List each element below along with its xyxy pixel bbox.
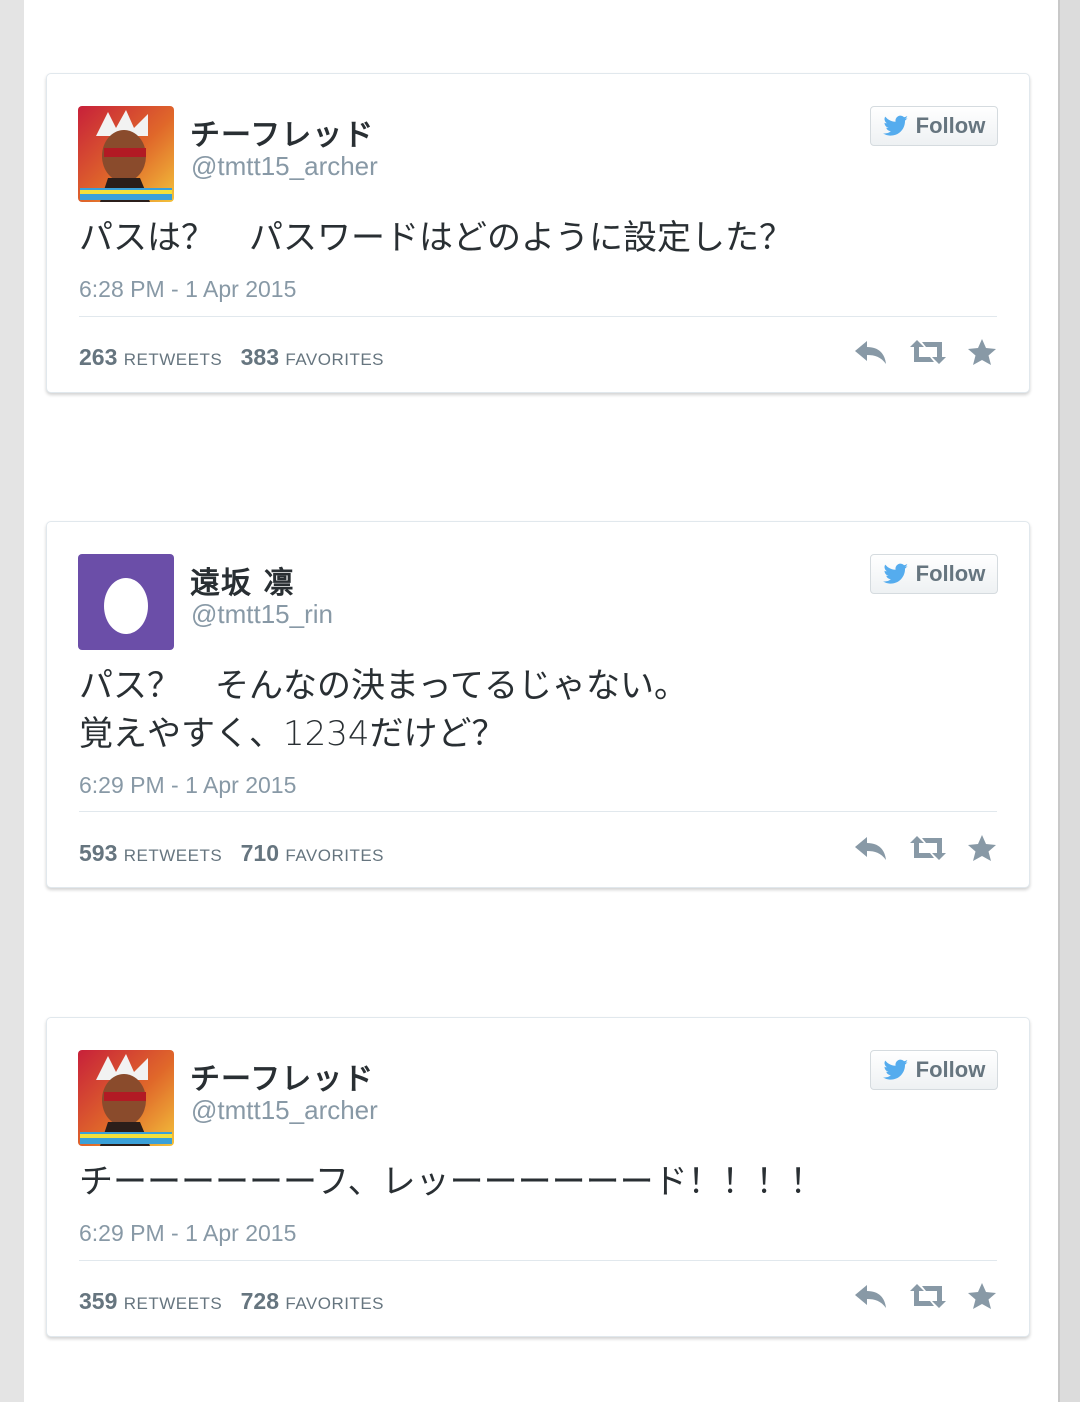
- display-name[interactable]: 遠坂 凛: [190, 558, 294, 602]
- retweet-count[interactable]: 593: [79, 840, 117, 866]
- tweet-card: 遠坂 凛 @tmtt15_rin Follow パス？ そんなの決まってるじゃな…: [46, 521, 1030, 888]
- tweet-stats: 263 RETWEETS 383 FAVORITES: [79, 344, 396, 371]
- retweets-label: RETWEETS: [123, 1294, 223, 1313]
- tweet-stats: 593 RETWEETS 710 FAVORITES: [79, 840, 396, 867]
- twitter-bird-icon: [882, 1059, 908, 1080]
- tweet-text-line: 覚えやすく、1234だけど？: [79, 714, 506, 754]
- retweet-icon[interactable]: [908, 1282, 948, 1315]
- favorite-count[interactable]: 383: [241, 344, 279, 370]
- user-handle[interactable]: @tmtt15_archer: [191, 151, 378, 182]
- tweet-actions: [853, 1282, 997, 1314]
- reply-icon[interactable]: [853, 834, 889, 867]
- retweet-icon[interactable]: [908, 338, 948, 371]
- user-handle[interactable]: @tmtt15_rin: [191, 599, 333, 630]
- reply-icon[interactable]: [853, 1282, 889, 1315]
- tweet-actions: [853, 338, 997, 370]
- tweet-text: パスは？ パスワードはどのように設定した？: [79, 214, 997, 262]
- tweet-stats: 359 RETWEETS 728 FAVORITES: [79, 1288, 396, 1315]
- window-left-margin: [0, 0, 24, 1402]
- favorite-star-icon[interactable]: [967, 834, 997, 867]
- display-name[interactable]: チーフレッド: [190, 110, 374, 154]
- favorite-star-icon[interactable]: [967, 338, 997, 371]
- follow-button[interactable]: Follow: [870, 554, 998, 594]
- embedded-tweets-page: チーフレッド @tmtt15_archer Follow パスは？ パスワードは…: [24, 0, 1058, 1402]
- retweets-label: RETWEETS: [123, 846, 223, 865]
- reply-icon[interactable]: [853, 338, 889, 371]
- divider: [79, 1260, 997, 1261]
- tweet-card: チーフレッド @tmtt15_archer Follow パスは？ パスワードは…: [46, 73, 1030, 393]
- favorite-count[interactable]: 710: [241, 840, 279, 866]
- tweet-text: チーーーーーーフ、レッーーーーーード！！！！: [79, 1158, 997, 1206]
- follow-label: Follow: [915, 1057, 986, 1082]
- favorite-count[interactable]: 728: [241, 1288, 279, 1314]
- follow-button[interactable]: Follow: [870, 106, 998, 146]
- tweet-timestamp[interactable]: 6:29 PM - 1 Apr 2015: [79, 772, 296, 799]
- tweet-text-line: パスは？ パスワードはどのように設定した？: [79, 218, 793, 258]
- retweets-label: RETWEETS: [123, 350, 223, 369]
- divider: [79, 811, 997, 812]
- favorites-label: FAVORITES: [285, 350, 385, 369]
- tweet-text: パス？ そんなの決まってるじゃない。 覚えやすく、1234だけど？: [79, 662, 997, 758]
- favorite-star-icon[interactable]: [967, 1282, 997, 1315]
- follow-button[interactable]: Follow: [870, 1050, 998, 1090]
- retweet-count[interactable]: 359: [79, 1288, 117, 1314]
- divider: [79, 316, 997, 317]
- tweet-timestamp[interactable]: 6:28 PM - 1 Apr 2015: [79, 276, 296, 303]
- archer-avatar[interactable]: [78, 1050, 174, 1146]
- follow-label: Follow: [915, 113, 986, 138]
- tweet-text-line: チーーーーーーフ、レッーーーーーード！！！！: [79, 1162, 824, 1202]
- display-name[interactable]: チーフレッド: [190, 1054, 374, 1098]
- twitter-bird-icon: [882, 563, 908, 584]
- twitter-bird-icon: [882, 115, 908, 136]
- tweet-actions: [853, 834, 997, 866]
- archer-avatar[interactable]: [78, 106, 174, 202]
- retweet-count[interactable]: 263: [79, 344, 117, 370]
- favorites-label: FAVORITES: [285, 1294, 385, 1313]
- tweet-text-line: パス？ そんなの決まってるじゃない。: [79, 666, 688, 706]
- favorites-label: FAVORITES: [285, 846, 385, 865]
- user-handle[interactable]: @tmtt15_archer: [191, 1095, 378, 1126]
- tweet-card: チーフレッド @tmtt15_archer Follow チーーーーーーフ、レッ…: [46, 1017, 1030, 1337]
- window-scrollbar-track[interactable]: [1058, 0, 1080, 1402]
- follow-label: Follow: [915, 561, 986, 586]
- tweet-timestamp[interactable]: 6:29 PM - 1 Apr 2015: [79, 1220, 296, 1247]
- egg-avatar[interactable]: [78, 554, 174, 650]
- retweet-icon[interactable]: [908, 834, 948, 867]
